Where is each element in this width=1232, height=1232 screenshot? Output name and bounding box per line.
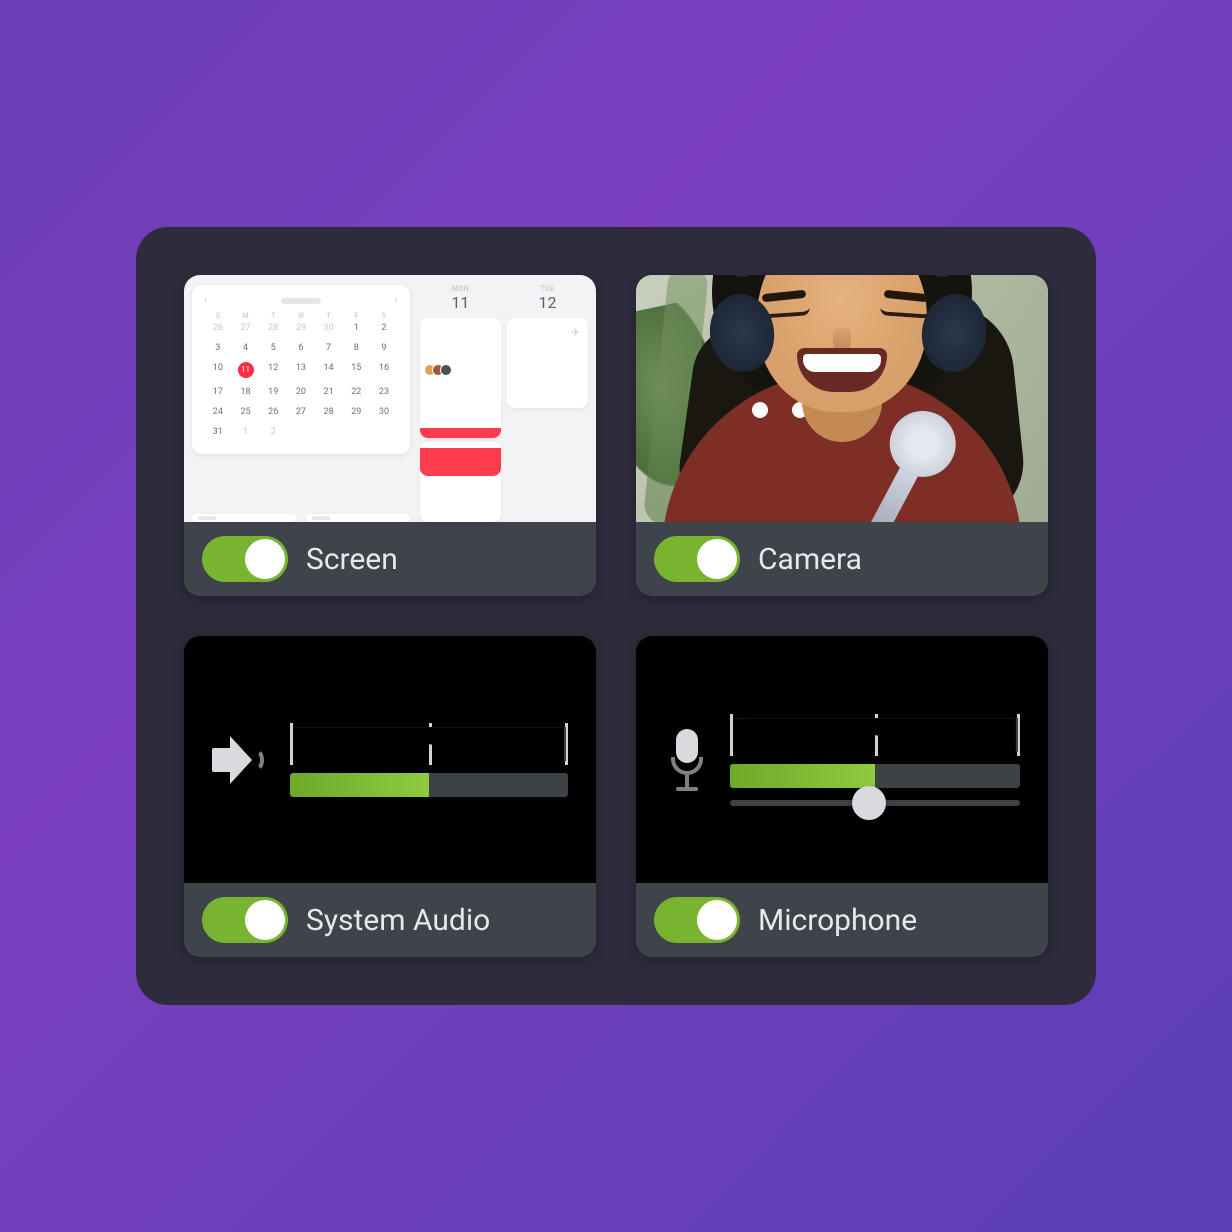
agenda-col-mon: MON 11 — [420, 285, 501, 522]
screen-preview: ‹ › S M T W T F S 2627282930123456789101… — [184, 275, 596, 522]
microphone-card: Microphone — [636, 636, 1048, 957]
headphones-icon — [737, 275, 947, 277]
calendar-month-placeholder — [281, 298, 321, 304]
dow: T — [315, 312, 343, 320]
calendar-widget: ‹ › S M T W T F S 2627282930123456789101… — [192, 285, 410, 454]
event-card — [420, 318, 501, 438]
system-audio-level-bar — [290, 773, 568, 797]
microphone-preview — [636, 636, 1048, 883]
system-audio-meter — [290, 723, 568, 797]
event-card: ✈ — [507, 318, 588, 408]
chevron-right-icon: › — [395, 295, 398, 306]
microphone-gain-slider[interactable] — [730, 800, 1020, 806]
microphone-label: Microphone — [758, 903, 917, 938]
slider-thumb[interactable] — [852, 786, 886, 820]
microphone-toggle[interactable] — [654, 897, 740, 943]
system-audio-card-footer: System Audio — [184, 883, 596, 957]
agenda-col-tue: TUE 12 ✈ — [507, 285, 588, 522]
camera-card: Camera — [636, 275, 1048, 596]
system-audio-label: System Audio — [306, 903, 490, 938]
camera-card-footer: Camera — [636, 522, 1048, 596]
system-audio-toggle[interactable] — [202, 897, 288, 943]
speaker-icon — [212, 728, 270, 792]
chevron-left-icon: ‹ — [204, 295, 207, 306]
dow: T — [259, 312, 287, 320]
event-avatars — [428, 364, 452, 376]
agenda-daynum: 12 — [507, 293, 588, 312]
camera-toggle[interactable] — [654, 536, 740, 582]
agenda-columns: MON 11 TUE 12 ✈ — [420, 285, 588, 522]
event-card — [420, 442, 501, 522]
system-audio-card: System Audio — [184, 636, 596, 957]
microphone-level-bar — [730, 764, 1020, 788]
dow: M — [232, 312, 260, 320]
camera-preview — [636, 275, 1048, 522]
microphone-meter — [730, 714, 1020, 806]
screen-card: ‹ › S M T W T F S 2627282930123456789101… — [184, 275, 596, 596]
agenda-daynum: 11 — [420, 293, 501, 312]
calendar-grid: 2627282930123456789101112131415161718192… — [204, 320, 398, 440]
screen-toggle[interactable] — [202, 536, 288, 582]
microphone-icon — [664, 729, 710, 791]
screen-card-footer: Screen — [184, 522, 596, 596]
airplane-icon: ✈ — [571, 326, 580, 339]
calendar-footer-strip — [192, 514, 410, 522]
camera-label: Camera — [758, 542, 862, 577]
agenda-dow: TUE — [507, 285, 588, 293]
dow: F — [342, 312, 370, 320]
person-teeth — [803, 354, 881, 372]
agenda-dow: MON — [420, 285, 501, 293]
dow: W — [287, 312, 315, 320]
recording-sources-panel: ‹ › S M T W T F S 2627282930123456789101… — [136, 227, 1096, 1005]
calendar-dow-row: S M T W T F S — [204, 312, 398, 320]
microphone-card-footer: Microphone — [636, 883, 1048, 957]
dow: S — [370, 312, 398, 320]
dow: S — [204, 312, 232, 320]
system-audio-preview — [184, 636, 596, 883]
screen-label: Screen — [306, 542, 398, 577]
